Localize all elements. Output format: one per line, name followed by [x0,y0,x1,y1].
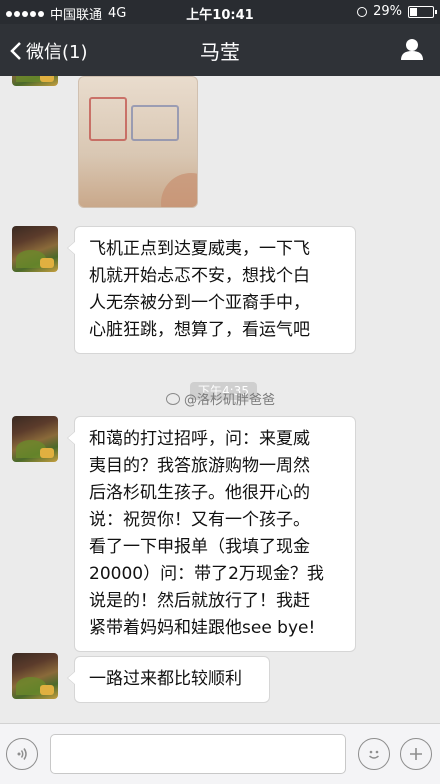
message-bubble[interactable]: 一路过来都比较顺利 [67,656,270,703]
message-line: 飞机正点到达夏威夷，一下飞 [89,239,310,259]
avatar[interactable] [12,653,58,699]
message-line: 和蔼的打过招呼，问：来夏威 [89,429,310,449]
watermark-text: @洛杉矶胖爸爸 [184,393,276,408]
message-line: 夷目的？我答旅游购物一周然 [89,456,310,476]
passport-stamp [131,105,179,141]
message-line: 说：祝贺你！又有一个孩子。 [89,510,310,530]
avatar[interactable] [12,226,58,272]
message-line: 说是的！然后就放行了！我赶 [89,591,310,611]
weibo-icon [166,392,180,405]
message-line: 心脏狂跳，想算了，看运气吧 [89,320,310,340]
chat-area[interactable]: 飞机正点到达夏威夷，一下飞 机就开始忐忑不安，想找个白 人无奈被分到一个亚裔手中… [0,76,440,723]
nav-bar: 微信(1) 马莹 [0,24,440,76]
chat-title: 马莹 [200,40,240,64]
smiley-icon [369,750,379,759]
voice-icon [17,748,27,760]
contact-info-button[interactable] [400,38,424,64]
alarm-icon [357,6,368,17]
message-image[interactable] [78,76,198,208]
message-bubble[interactable]: 飞机正点到达夏威夷，一下飞 机就开始忐忑不安，想找个白 人无奈被分到一个亚裔手中… [67,226,356,354]
message-line: 人无奈被分到一个亚裔手中， [89,293,310,313]
plus-icon [410,748,422,760]
passport-stamp [89,97,127,141]
person-icon [401,39,423,60]
message-bubble[interactable]: 和蔼的打过招呼，问：来夏威 夷目的？我答旅游购物一周然 后洛杉矶生孩子。他很开心… [67,416,356,652]
voice-button[interactable] [6,738,38,770]
message-line: 一路过来都比较顺利 [89,669,242,689]
avatar[interactable] [12,76,58,86]
message-input[interactable] [50,734,346,774]
message-line: 看了一下申报单（我填了现金 [89,537,310,557]
battery-percent: 29% [373,4,402,19]
status-right: 29% [357,4,437,19]
input-bar [0,723,440,784]
status-bar: 中国联通 4G 上午10:41 29% [0,0,440,24]
message-line: 紧带着妈妈和娃跟他see bye! [89,618,316,638]
message-line: 20000）问：带了2万现金？我 [89,564,324,584]
message-line: 机就开始忐忑不安，想找个白 [89,266,310,286]
battery-icon [408,5,437,18]
avatar[interactable] [12,416,58,462]
more-button[interactable] [400,738,432,770]
emoji-button[interactable] [358,738,390,770]
message-line: 后洛杉矶生孩子。他很开心的 [89,483,310,503]
watermark: @洛杉矶胖爸爸 [166,389,275,408]
